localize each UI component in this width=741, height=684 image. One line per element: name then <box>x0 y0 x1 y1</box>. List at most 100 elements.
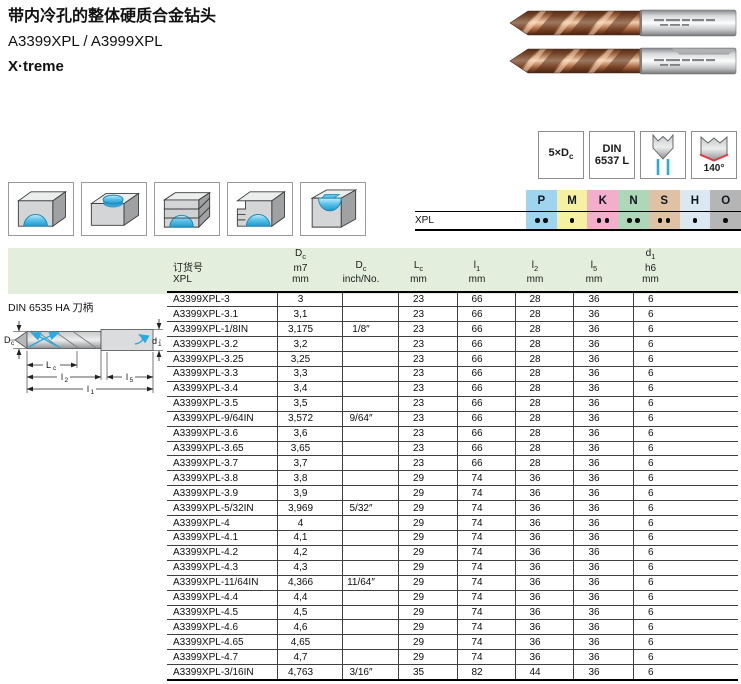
cell-order-no: A3399XPL-3.7 <box>167 456 277 471</box>
pictogram-stepped-through-hole <box>227 182 293 236</box>
table-row: A3399XPL-3.253,25236628366 <box>167 352 738 367</box>
rating-dot <box>535 218 540 223</box>
cell-dc-mm: 3,175 <box>277 322 342 337</box>
cell-l1: 66 <box>457 381 515 396</box>
cell-l2: 28 <box>515 441 573 456</box>
cell-l2: 36 <box>515 605 573 620</box>
cell-l5: 36 <box>573 322 633 337</box>
cell-l2: 36 <box>515 471 573 486</box>
cell-dc-mm: 4,2 <box>277 545 342 560</box>
drill-point-angle-icon <box>694 135 734 165</box>
cell-dc-inch: 11/64″ <box>342 575 398 590</box>
drill-coolant-channels-icon <box>643 133 683 177</box>
cell-l2: 36 <box>515 590 573 605</box>
svg-text:d: d <box>152 336 157 346</box>
cell-l1: 74 <box>457 531 515 546</box>
table-row: A3399XPL-3.33,3236628366 <box>167 367 738 382</box>
cell-l1: 66 <box>457 456 515 471</box>
cell-l5: 36 <box>573 575 633 590</box>
cell-l5: 36 <box>573 545 633 560</box>
cell-order-no: A3399XPL-3.8 <box>167 471 277 486</box>
cell-dc-mm: 3,1 <box>277 307 342 322</box>
cell-order-no: A3399XPL-4.3 <box>167 560 277 575</box>
cell-order-no: A3399XPL-3 <box>167 292 277 307</box>
svg-text:5: 5 <box>130 377 134 384</box>
shank-type-note: DIN 6535 HA 刀柄 <box>8 300 93 315</box>
pictogram-blind-hole <box>81 182 147 236</box>
rating-dot <box>570 218 575 223</box>
cell-dc-mm: 3 <box>277 292 342 307</box>
model-numbers: A3399XPL / A3999XPL <box>8 29 216 54</box>
cell-order-no: A3399XPL-4.4 <box>167 590 277 605</box>
cell-dc-inch <box>342 620 398 635</box>
cell-d1: 6 <box>633 367 738 382</box>
cell-dc-inch <box>342 531 398 546</box>
cell-order-no: A3399XPL-4.2 <box>167 545 277 560</box>
cell-order-no: A3399XPL-9/64IN <box>167 411 277 426</box>
rating-dot <box>627 218 632 223</box>
rating-dot <box>597 218 602 223</box>
cell-d1: 6 <box>633 292 738 307</box>
cell-dc-inch <box>342 635 398 650</box>
cell-dc-mm: 4,3 <box>277 560 342 575</box>
cell-l5: 36 <box>573 426 633 441</box>
cell-dc-mm: 3,6 <box>277 426 342 441</box>
cell-dc-inch <box>342 471 398 486</box>
cell-l5: 36 <box>573 665 633 680</box>
cell-l2: 28 <box>515 396 573 411</box>
cell-l5: 36 <box>573 486 633 501</box>
cell-lc: 29 <box>398 545 457 560</box>
table-header-row: 订货号XPLDcm7mmDcinch/No.Lcmml1mml2mml5mmd1… <box>167 248 738 292</box>
cell-l2: 28 <box>515 456 573 471</box>
cell-dc-inch <box>342 590 398 605</box>
rating-dot <box>723 218 728 223</box>
cell-lc: 29 <box>398 560 457 575</box>
cell-dc-inch: 1/8″ <box>342 322 398 337</box>
cell-d1: 6 <box>633 665 738 680</box>
table-row: A3399XPL-3.23,2236628366 <box>167 337 738 352</box>
badge-length-ratio: 5×Dc <box>538 131 584 179</box>
table-row: A3399XPL-3.13,1236628366 <box>167 307 738 322</box>
cell-l2: 36 <box>515 620 573 635</box>
cell-l5: 36 <box>573 367 633 382</box>
material-dots-row: XPL <box>415 212 741 229</box>
cell-d1: 6 <box>633 516 738 531</box>
cell-dc-mm: 4,4 <box>277 590 342 605</box>
cell-lc: 29 <box>398 575 457 590</box>
cell-d1: 6 <box>633 560 738 575</box>
cell-dc-inch <box>342 307 398 322</box>
column-header-lc: Lcmm <box>398 248 457 292</box>
cell-l5: 36 <box>573 605 633 620</box>
table-row: A3399XPL-4.54,5297436366 <box>167 605 738 620</box>
column-header-order-no: 订货号XPL <box>167 248 277 292</box>
cell-l1: 66 <box>457 307 515 322</box>
cell-dc-mm: 3,3 <box>277 367 342 382</box>
cell-lc: 23 <box>398 381 457 396</box>
cell-l5: 36 <box>573 292 633 307</box>
cell-l5: 36 <box>573 411 633 426</box>
cell-order-no: A3399XPL-4.65 <box>167 635 277 650</box>
cell-dc-mm: 3,969 <box>277 501 342 516</box>
cell-d1: 6 <box>633 411 738 426</box>
material-rating-M <box>557 212 588 229</box>
cell-d1: 6 <box>633 471 738 486</box>
cell-l5: 36 <box>573 650 633 665</box>
point-angle-value: 140° <box>704 163 725 176</box>
cell-d1: 6 <box>633 531 738 546</box>
cell-order-no: A3399XPL-4.1 <box>167 531 277 546</box>
table-row: A3399XPL-44297436366 <box>167 516 738 531</box>
cell-dc-inch <box>342 367 398 382</box>
stacked-plates-icon <box>158 185 216 233</box>
table-row: A3399XPL-11/64IN4,36611/64″297436366 <box>167 575 738 590</box>
cell-order-no: A3399XPL-3.1 <box>167 307 277 322</box>
cell-dc-inch <box>342 650 398 665</box>
cell-l1: 66 <box>457 292 515 307</box>
cell-d1: 6 <box>633 605 738 620</box>
cell-l1: 66 <box>457 322 515 337</box>
cell-l5: 36 <box>573 396 633 411</box>
cell-l5: 36 <box>573 531 633 546</box>
cell-dc-inch: 5/32″ <box>342 501 398 516</box>
cell-lc: 23 <box>398 396 457 411</box>
cell-dc-mm: 4,65 <box>277 635 342 650</box>
cell-dc-mm: 4,7 <box>277 650 342 665</box>
